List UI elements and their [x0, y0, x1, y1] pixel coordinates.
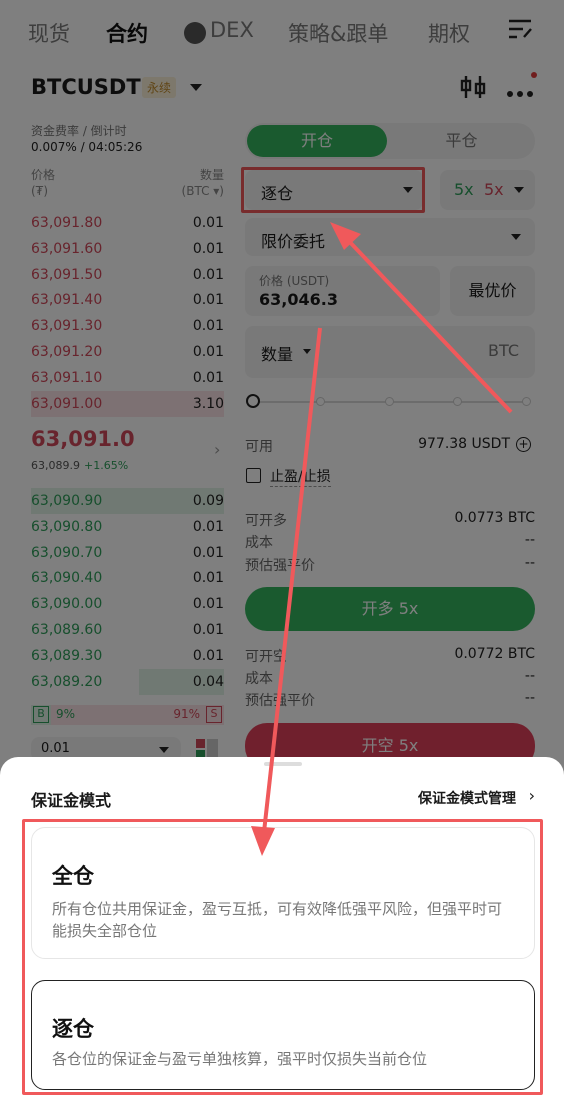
annotation-arrows — [251, 222, 513, 856]
